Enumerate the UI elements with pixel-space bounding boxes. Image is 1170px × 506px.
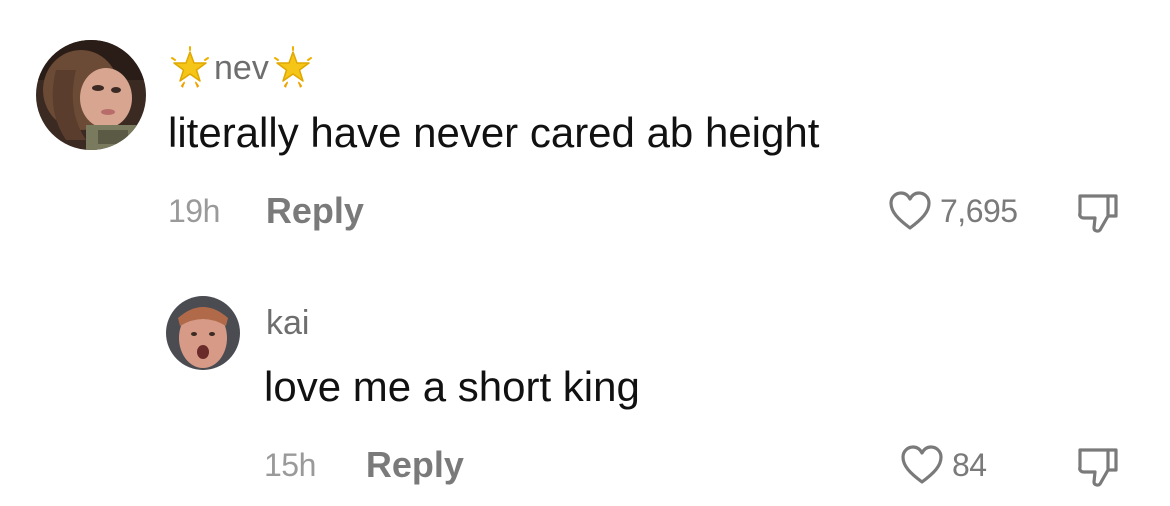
comment-meta: 19h Reply — [168, 190, 364, 232]
like-button[interactable]: 7,695 — [888, 190, 1018, 232]
like-count: 84 — [952, 446, 987, 483]
thumbs-down-icon — [1074, 444, 1120, 490]
dislike-button[interactable] — [1074, 190, 1120, 236]
dislike-button[interactable] — [1074, 444, 1120, 490]
username[interactable]: kai — [266, 303, 309, 343]
reply-button[interactable]: Reply — [266, 190, 364, 232]
glowing-star-icon — [271, 46, 315, 90]
username-text: kai — [266, 304, 310, 342]
avatar[interactable] — [166, 296, 240, 370]
heart-outline-icon — [888, 190, 932, 232]
avatar[interactable] — [36, 40, 146, 150]
comment-meta: 15h Reply — [264, 444, 464, 486]
like-button[interactable]: 84 — [900, 444, 987, 486]
username[interactable]: nev — [168, 46, 315, 90]
comment-time: 15h — [264, 446, 316, 483]
like-count: 7,695 — [940, 192, 1018, 229]
glowing-star-icon — [168, 46, 212, 90]
reply-button[interactable]: Reply — [366, 444, 464, 486]
username-text: nev — [214, 49, 269, 87]
comment-time: 19h — [168, 192, 220, 229]
heart-outline-icon — [900, 444, 944, 486]
thumbs-down-icon — [1074, 190, 1120, 236]
avatar-photo — [166, 296, 240, 370]
comment-text: love me a short king — [264, 363, 640, 410]
avatar-photo — [36, 40, 146, 150]
comment-text: literally have never cared ab height — [168, 109, 820, 156]
